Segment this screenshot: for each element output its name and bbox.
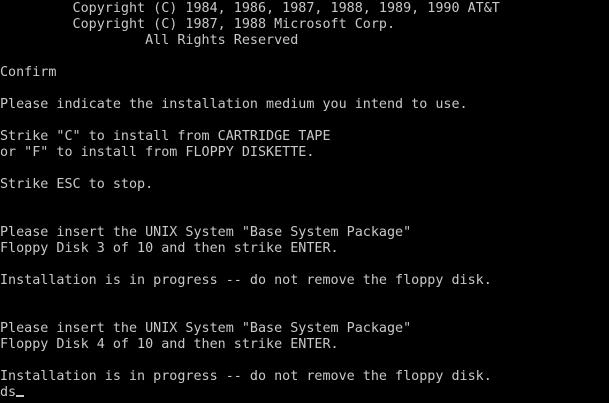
- typed-input-text: ds: [0, 385, 17, 400]
- strike-esc-line: Strike ESC to stop.: [0, 177, 154, 192]
- console-screen[interactable]: Copyright (C) 1984, 1986, 1987, 1988, 19…: [0, 0, 609, 403]
- insert-disk-3-line-1: Please insert the UNIX System "Base Syst…: [0, 225, 412, 240]
- confirm-title: Confirm: [0, 65, 57, 80]
- insert-disk-4-line-1: Please insert the UNIX System "Base Syst…: [0, 321, 412, 336]
- progress-line-1: Installation is in progress -- do not re…: [0, 273, 492, 288]
- text-cursor: [16, 395, 25, 397]
- rights-reserved-line: All Rights Reserved: [0, 33, 299, 48]
- medium-prompt-line: Please indicate the installation medium …: [0, 97, 468, 112]
- insert-disk-3-line-2: Floppy Disk 3 of 10 and then strike ENTE…: [0, 241, 339, 256]
- copyright-line-att: Copyright (C) 1984, 1986, 1987, 1988, 19…: [0, 1, 500, 16]
- strike-c-option-line: Strike "C" to install from CARTRIDGE TAP…: [0, 129, 331, 144]
- progress-line-2: Installation is in progress -- do not re…: [0, 369, 492, 384]
- strike-f-option-line: or "F" to install from FLOPPY DISKETTE.: [0, 145, 315, 160]
- copyright-line-microsoft: Copyright (C) 1987, 1988 Microsoft Corp.: [0, 17, 396, 32]
- command-input-line[interactable]: ds: [0, 385, 25, 401]
- insert-disk-4-line-2: Floppy Disk 4 of 10 and then strike ENTE…: [0, 337, 339, 352]
